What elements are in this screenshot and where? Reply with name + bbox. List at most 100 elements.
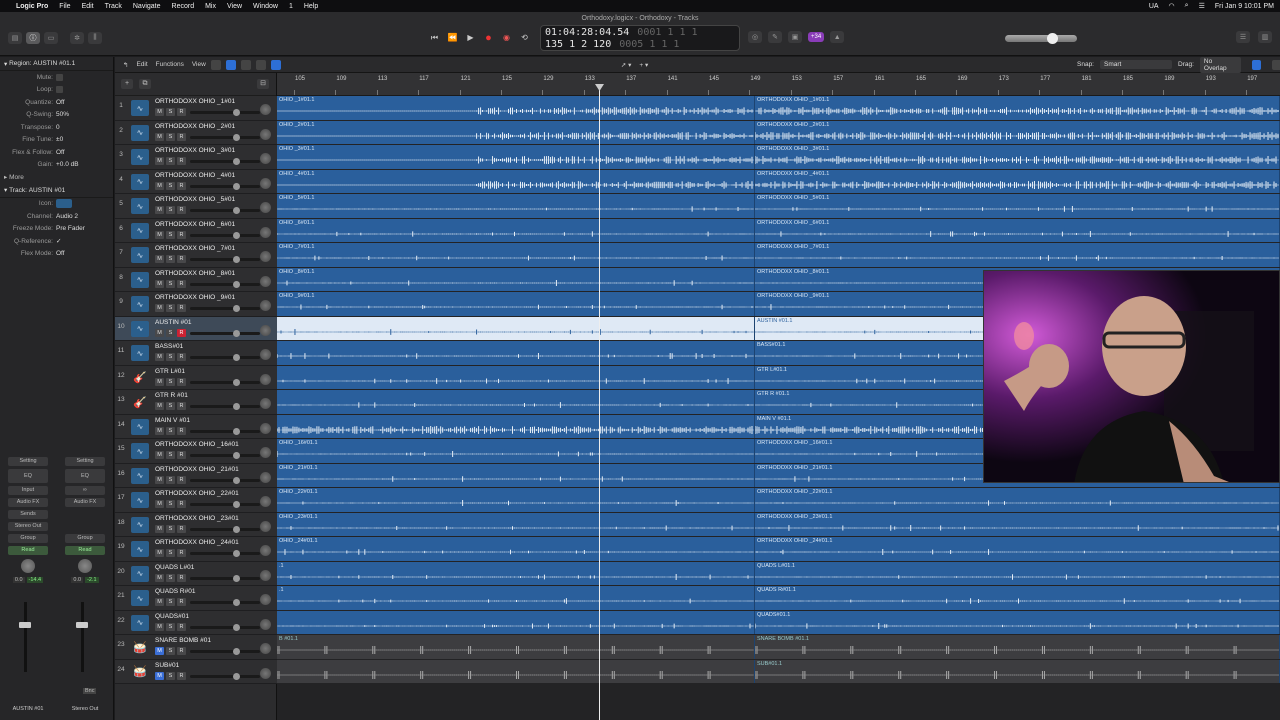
inspector-row[interactable]: Fine Tune: ±0 [0,134,113,147]
input-button[interactable]: Input [8,486,48,495]
track-header[interactable]: 9 ∿ ORTHODOXX OHIO _9#01 M S R [115,292,277,317]
functions-menu[interactable]: Functions [156,61,184,68]
record-enable-button[interactable]: R [177,181,186,190]
clock[interactable]: Fri Jan 9 10:01 PM [1215,3,1274,10]
group-button[interactable]: Group [65,534,105,543]
toolbar-icon[interactable]: ▭ [44,32,58,44]
library-icon[interactable]: ▤ [8,32,22,44]
checkbox[interactable] [56,73,63,81]
volume-fader[interactable] [76,622,88,628]
track-pan-knob[interactable] [260,471,271,483]
audio-region[interactable] [277,390,755,414]
track-header[interactable]: 20 ∿ QUADS L#01 M S R [115,561,277,586]
waveform-icon[interactable]: ∿ [131,149,149,165]
solo-button[interactable]: S [166,671,175,680]
menu-track[interactable]: Track [105,3,122,10]
waveform-icon[interactable]: ∿ [131,296,149,312]
track-header[interactable]: 19 ∿ ORTHODOXX OHIO _24#01 M S R [115,537,277,562]
mute-button[interactable]: M [155,230,164,239]
inspector-row[interactable]: Flex Mode: Off [0,248,113,261]
track-pan-knob[interactable] [260,643,271,654]
solo-button[interactable]: S [166,524,175,533]
snap-dropdown[interactable]: Smart [1100,60,1172,69]
volume-fader-track[interactable] [81,602,84,672]
track-pan-knob[interactable] [260,594,271,605]
record-enable-button[interactable]: R [177,377,186,386]
volume-fader[interactable] [19,622,31,628]
inspector-row[interactable]: Quantize: Off [0,96,113,109]
rewind-icon[interactable]: ⏮ [428,31,441,44]
solo-button[interactable]: S [166,622,175,631]
track-volume-slider[interactable] [190,158,260,165]
audio-region[interactable]: .1 [277,561,755,585]
record-enable-button[interactable]: R [177,671,186,680]
audio-region[interactable]: OHIO _3#01.1 [277,145,755,169]
track-volume-slider[interactable] [190,256,260,263]
track-lane[interactable]: OHIO _3#01.1 ORTHODOXX OHIO _3#01.1 [277,145,1280,170]
track-name[interactable]: SUB#01 [155,662,179,669]
solo-button[interactable]: S [166,230,175,239]
solo-button[interactable]: S [166,353,175,361]
drum-icon[interactable]: 🥁 [131,639,149,655]
mute-button[interactable]: M [155,132,164,141]
menu-window[interactable]: Window [253,3,278,10]
back-arrow-icon[interactable]: ↰ [123,61,128,69]
waveform-icon[interactable]: ∿ [131,271,149,288]
track-lane[interactable]: QUADS#01.1 [277,610,1280,636]
inspector-row[interactable]: Flex & Follow: Off [0,146,113,159]
waveform-icon[interactable]: ∿ [131,418,149,435]
record-icon[interactable]: ● [482,31,495,44]
solo-button[interactable]: S [166,279,175,288]
solo-button[interactable]: S [166,377,175,386]
audio-region[interactable]: OHIO _8#01.1 [277,267,755,291]
track-volume-slider[interactable] [190,305,260,312]
track-volume-knob[interactable] [233,599,240,606]
track-header[interactable]: 10 ∿ AUSTIN #01 M S R [115,316,277,341]
audio-region[interactable]: OHIO _5#01.1 [277,194,755,218]
track-pan-knob[interactable] [260,251,271,262]
solo-button[interactable]: S [166,157,175,165]
track-name[interactable]: QUADS L#01 [155,564,194,571]
track-lane[interactable]: OHIO _1#01.1 ORTHODOXX OHIO _1#01.1 [277,96,1280,121]
solo-button[interactable]: S [166,181,175,190]
track-pan-knob[interactable] [260,520,271,532]
track-lane[interactable]: B #01.1 SNARE BOMB #01.1 [277,635,1280,660]
master-volume-knob[interactable] [1047,33,1058,44]
bar-ruler[interactable]: 105 109 113 117 121 125 129 133 137 141 145 149 153 1… [277,73,1280,96]
track-pan-knob[interactable] [260,349,271,360]
mixer-icon[interactable]: ⫼ [88,32,102,44]
audio-region[interactable]: ORTHODOXX OHIO _7#01.1 [755,243,1280,267]
audio-region[interactable]: OHIO _4#01.1 [277,169,755,193]
mute-button[interactable]: M [155,500,164,508]
menu-edit[interactable]: Edit [82,3,94,10]
track-header[interactable]: 18 ∿ ORTHODOXX OHIO _23#01 M S R [115,512,277,537]
waveform-icon[interactable]: ∿ [131,320,149,337]
audio-region[interactable]: .1 [277,586,755,610]
waveform-icon[interactable]: ∿ [131,173,149,190]
mute-button[interactable]: M [155,255,164,263]
record-enable-button[interactable]: R [177,255,186,263]
inspector-row[interactable]: Channel: Audio 2 [0,210,113,223]
track-lane[interactable]: OHIO _24#01.1 ORTHODOXX OHIO _24#01.1 [277,537,1280,562]
audio-region[interactable]: ORTHODOXX OHIO _2#01.1 [755,120,1280,144]
drum-icon[interactable]: 🥁 [131,664,149,680]
track-name[interactable]: BASS#01 [155,343,183,350]
track-volume-knob[interactable] [233,550,240,557]
track-name[interactable]: ORTHODOXX OHIO _4#01 [155,172,235,179]
track-volume-slider[interactable] [190,648,260,655]
track-name[interactable]: ORTHODOXX OHIO _9#01 [155,294,235,301]
grid-icon[interactable] [210,59,221,70]
audio-region[interactable]: OHIO _7#01.1 [277,243,755,267]
audio-region[interactable]: ORTHODOXX OHIO _24#01.1 [755,537,1280,561]
mute-button[interactable]: M [155,524,164,533]
add-track-button[interactable]: + [121,79,133,89]
link-icon[interactable]: ∞ [65,486,105,495]
track-pan-knob[interactable] [260,373,271,385]
list-editors-icon[interactable]: ☰ [1236,31,1250,43]
control-center-icon[interactable]: ☰ [1199,2,1205,10]
inspector-row[interactable]: Gain: +0.0 dB [0,159,113,172]
inspector-row[interactable]: Freeze Mode: Pre Fader [0,223,113,236]
solo-button[interactable]: S [166,255,175,263]
track-lane[interactable]: OHIO _4#01.1 ORTHODOXX OHIO _4#01.1 [277,169,1280,195]
tempo-badge[interactable]: +34 [808,32,825,42]
